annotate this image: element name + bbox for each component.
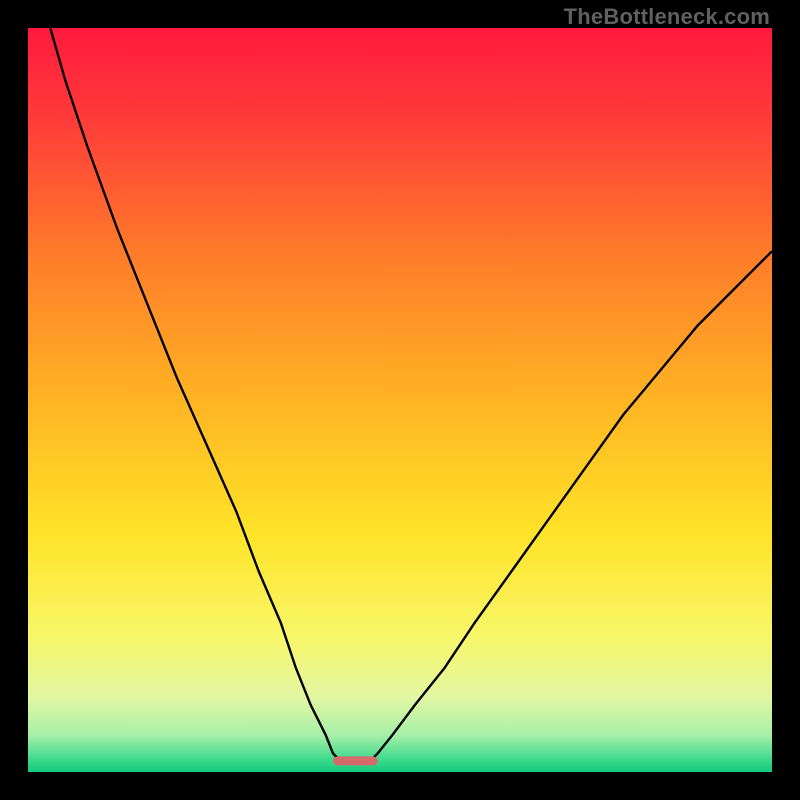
minimum-marker [333, 756, 378, 765]
plot-area [28, 28, 772, 772]
outer-frame: TheBottleneck.com [0, 0, 800, 800]
gradient-background [28, 28, 772, 772]
watermark-text: TheBottleneck.com [564, 4, 770, 30]
bottleneck-chart [28, 28, 772, 772]
